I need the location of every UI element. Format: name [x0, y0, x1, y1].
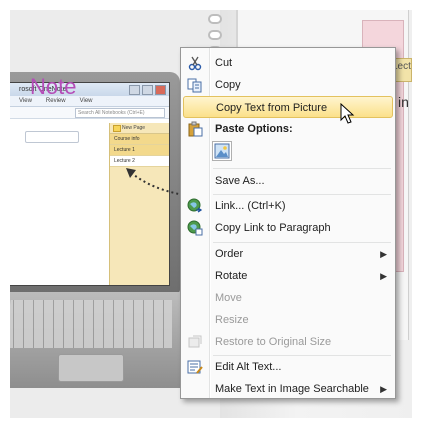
menu-item-label: Paste Options:: [215, 123, 293, 135]
chevron-right-icon: ▶: [380, 271, 387, 281]
page-item: Lecture 2: [110, 156, 169, 167]
touchpad: [58, 354, 124, 382]
copy-icon: [187, 78, 202, 93]
picture-icon: [214, 143, 230, 159]
menu-item-edit-alt-text[interactable]: Edit Alt Text...: [183, 356, 393, 378]
menu-item-restore-original-size: Restore to Original Size: [183, 331, 393, 353]
ribbon-tab: View: [79, 98, 93, 104]
close-icon: [155, 85, 166, 95]
scissors-icon: [188, 56, 202, 71]
binder-ring: [208, 14, 222, 24]
menu-item-cut[interactable]: Cut: [183, 52, 393, 74]
menu-item-label: Copy Text from Picture: [216, 102, 328, 114]
menu-item-label: Cut: [215, 57, 233, 69]
paste-picture-button[interactable]: [212, 141, 232, 161]
menu-item-move: Move: [183, 287, 393, 309]
menu-item-copy-link-to-paragraph[interactable]: Copy Link to Paragraph: [183, 217, 393, 239]
menu-separator: [213, 168, 391, 169]
menu-item-label: Copy: [215, 79, 241, 91]
keyboard: [10, 300, 172, 348]
search-row: Search All Notebooks (Ctrl+E): [10, 107, 169, 119]
binder-ring: [208, 30, 222, 40]
menu-item-copy-text-from-picture[interactable]: Copy Text from Picture: [183, 96, 393, 118]
menu-item-rotate[interactable]: Rotate ▶: [183, 265, 393, 287]
menu-item-order[interactable]: Order ▶: [183, 243, 393, 265]
brand-text: Note: [30, 74, 77, 99]
new-page-button: New Page: [110, 123, 169, 134]
chevron-right-icon: ▶: [380, 384, 387, 394]
menu-item-save-as[interactable]: Save As...: [183, 170, 393, 192]
menu-item-label: Rotate: [215, 270, 248, 282]
menu-item-label: Save As...: [215, 175, 265, 187]
menu-header-paste-options: Paste Options:: [183, 118, 393, 140]
minimize-icon: [129, 85, 140, 95]
menu-item-make-text-searchable[interactable]: Make Text in Image Searchable ▶: [183, 378, 393, 400]
globe-copy-icon: [187, 220, 203, 236]
note-area: [10, 123, 109, 285]
menu-item-copy[interactable]: Copy: [183, 74, 393, 96]
clipboard-icon: [188, 121, 203, 137]
menu-item-label: Copy Link to Paragraph: [215, 222, 331, 234]
page-panel: New Page Course info Lecture 1 Lecture 2: [109, 123, 169, 285]
window-controls: [129, 85, 166, 95]
menu-item-label: Move: [215, 292, 242, 304]
menu-item-label: Resize: [215, 314, 249, 326]
maximize-icon: [142, 85, 153, 95]
context-menu: Cut Copy Copy Text from Picture Paste Op…: [180, 47, 396, 399]
chevron-right-icon: ▶: [380, 249, 387, 259]
page-item: Lecture 1: [110, 145, 169, 156]
menu-item-label: Make Text in Image Searchable: [215, 383, 369, 395]
search-box: Search All Notebooks (Ctrl+E): [75, 108, 165, 118]
globe-link-icon: [187, 198, 203, 213]
restore-icon: [188, 335, 202, 348]
menu-item-label: Order: [215, 248, 244, 260]
menu-item-label: Link... (Ctrl+K): [215, 200, 286, 212]
menu-item-label: Edit Alt Text...: [215, 361, 282, 373]
title-box: [25, 131, 79, 143]
mouse-cursor-icon: [340, 103, 355, 124]
alt-text-icon: [187, 360, 203, 374]
menu-item-link[interactable]: Link... (Ctrl+K): [183, 195, 393, 217]
menu-item-resize: Resize: [183, 309, 393, 331]
page-item: Course info: [110, 134, 169, 145]
laptop-screen: rosoft OneNote View Review View Search A…: [10, 82, 170, 286]
background-text: in: [398, 94, 409, 110]
menu-item-label: Restore to Original Size: [215, 336, 332, 348]
